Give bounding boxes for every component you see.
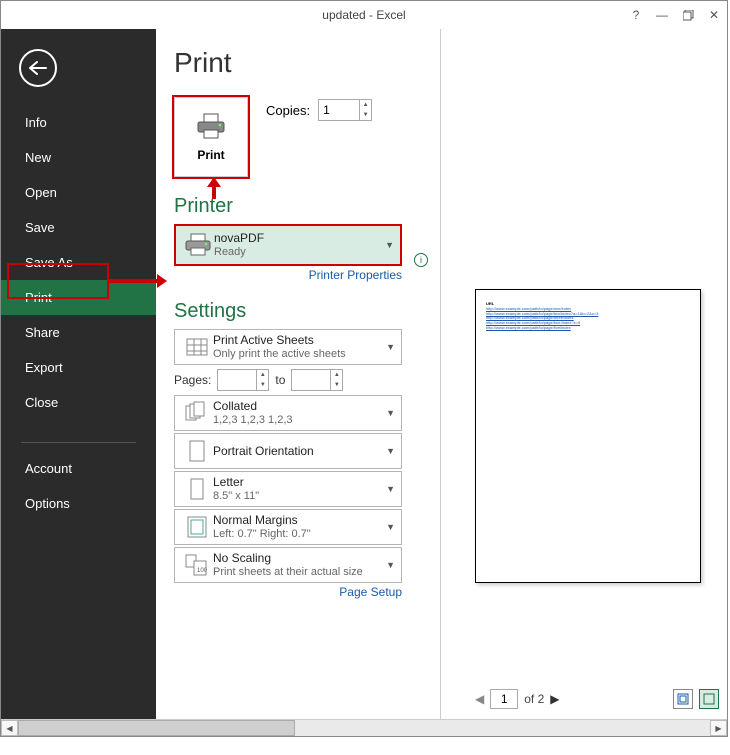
collation-dropdown[interactable]: Collated 1,2,3 1,2,3 1,2,3 ▼ [174,395,402,431]
print-preview-pane: URL http://www.example.com/path/to/page/… [440,29,727,719]
sidebar-item-account[interactable]: Account [1,451,156,486]
sidebar-item-new[interactable]: New [1,140,156,175]
sheet-grid-icon [185,335,209,359]
back-button[interactable] [19,49,57,87]
chevron-down-icon: ▼ [386,446,395,456]
sidebar-item-print[interactable]: Print [1,280,156,315]
dd-title: Letter [213,475,382,489]
margins-icon [186,515,208,539]
printer-info-icon[interactable]: i [414,253,428,267]
scroll-thumb[interactable] [18,720,295,736]
dd-sub: 8.5" x 11" [213,490,382,503]
paper-size-dropdown[interactable]: Letter 8.5" x 11" ▼ [174,471,402,507]
sidebar-item-share[interactable]: Share [1,315,156,350]
sidebar-item-options[interactable]: Options [1,486,156,521]
dd-sub: Print sheets at their actual size [213,566,382,579]
dd-title: No Scaling [213,551,382,565]
next-page-button[interactable]: ▶ [550,692,559,706]
sidebar-item-info[interactable]: Info [1,105,156,140]
spin-up-icon[interactable]: ▲ [360,100,371,110]
minimize-icon[interactable]: — [655,8,669,22]
chevron-down-icon: ▼ [386,522,395,532]
close-icon[interactable]: ✕ [707,8,721,22]
spin-down-icon[interactable]: ▼ [360,110,371,120]
show-margins-button[interactable] [673,689,693,709]
spin-down-icon[interactable]: ▼ [331,380,342,390]
chevron-down-icon: ▼ [386,484,395,494]
copies-spinner[interactable]: ▲▼ [318,99,372,121]
chevron-down-icon: ▼ [386,342,395,352]
printer-status: Ready [214,246,381,259]
pages-label: Pages: [174,373,211,387]
chevron-down-icon: ▼ [386,560,395,570]
pages-from-input[interactable] [218,370,256,390]
sidebar-item-save[interactable]: Save [1,210,156,245]
page-total-label: of 2 [524,692,544,706]
print-what-dropdown[interactable]: Print Active Sheets Only print the activ… [174,329,402,365]
copies-label: Copies: [266,103,310,118]
orientation-dropdown[interactable]: Portrait Orientation ▼ [174,433,402,469]
spin-up-icon[interactable]: ▲ [331,370,342,380]
dd-sub: Left: 0.7" Right: 0.7" [213,528,382,541]
pages-to-label: to [275,373,285,387]
sidebar-item-saveas[interactable]: Save As [1,245,156,280]
zoom-to-page-button[interactable] [699,689,719,709]
scroll-right-icon[interactable]: ▶ [710,720,727,736]
dd-sub: Only print the active sheets [213,348,382,361]
print-button-label: Print [197,148,224,162]
printer-section-title: Printer [174,195,440,218]
current-page-input[interactable] [490,689,518,709]
printer-icon [183,233,213,257]
spin-down-icon[interactable]: ▼ [257,380,268,390]
settings-section-title: Settings [174,300,440,323]
window-title: updated - Excel [322,8,405,22]
chevron-down-icon: ▼ [386,408,395,418]
printer-properties-link[interactable]: Printer Properties [174,268,402,282]
dd-title: Collated [213,399,382,413]
scaling-dropdown[interactable]: 100 No Scaling Print sheets at their act… [174,547,402,583]
page-setup-link[interactable]: Page Setup [174,585,402,599]
dd-title: Portrait Orientation [213,444,382,458]
sidebar-item-close[interactable]: Close [1,385,156,420]
paper-icon [187,477,207,501]
printer-name: novaPDF [214,231,381,245]
preview-page: URL http://www.example.com/path/to/page/… [475,289,701,583]
pages-range-row: Pages: ▲▼ to ▲▼ [174,369,440,391]
scaling-icon: 100 [184,553,210,577]
printer-icon [194,112,228,140]
chevron-down-icon: ▼ [385,240,394,250]
print-button[interactable]: Print [174,97,248,177]
printer-dropdown[interactable]: novaPDF Ready ▼ [174,224,402,266]
margins-dropdown[interactable]: Normal Margins Left: 0.7" Right: 0.7" ▼ [174,509,402,545]
pages-to-input[interactable] [292,370,330,390]
preview-pager: ◀ of 2 ▶ [475,689,559,709]
spin-up-icon[interactable]: ▲ [257,370,268,380]
sidebar-item-export[interactable]: Export [1,350,156,385]
horizontal-scrollbar[interactable]: ◀ ▶ [1,719,727,736]
dd-sub: 1,2,3 1,2,3 1,2,3 [213,414,382,427]
copies-input[interactable] [319,100,359,120]
scroll-left-icon[interactable]: ◀ [1,720,18,736]
help-icon[interactable]: ? [629,8,643,22]
dd-title: Print Active Sheets [213,333,382,347]
page-title: Print [174,47,440,79]
dd-title: Normal Margins [213,513,382,527]
collated-icon [184,401,210,425]
prev-page-button[interactable]: ◀ [475,692,484,706]
restore-icon[interactable] [681,8,695,22]
pages-from-spinner[interactable]: ▲▼ [217,369,269,391]
svg-text:100: 100 [197,568,208,574]
portrait-icon [187,439,207,463]
backstage-sidebar: Info New Open Save Save As Print Share E… [1,29,156,719]
scroll-track[interactable] [18,720,710,736]
sidebar-item-open[interactable]: Open [1,175,156,210]
pages-to-spinner[interactable]: ▲▼ [291,369,343,391]
title-bar: updated - Excel ? — ✕ [1,1,727,29]
